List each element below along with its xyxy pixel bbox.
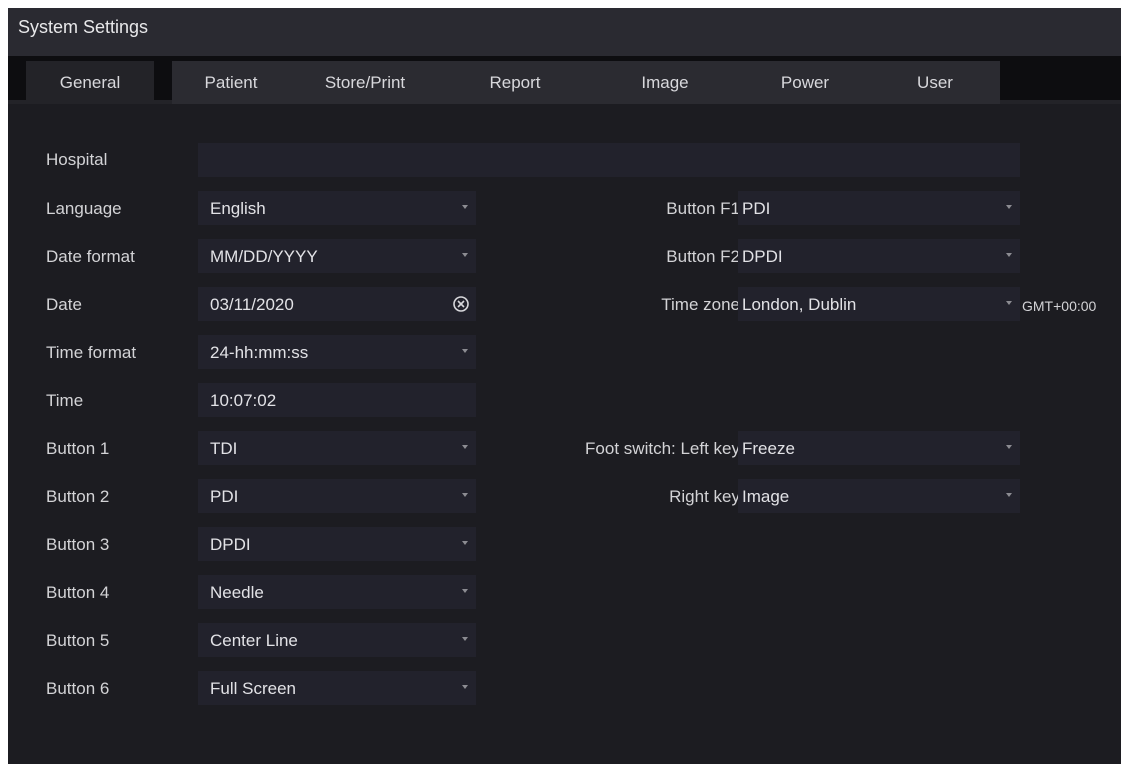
- window-title: System Settings: [18, 17, 149, 37]
- button-1-select[interactable]: TDI: [198, 431, 476, 465]
- language-select[interactable]: English: [198, 191, 476, 225]
- button-3-select[interactable]: DPDI: [198, 527, 476, 561]
- chevron-down-icon: [462, 349, 468, 353]
- foot-switch-right-select[interactable]: Image: [738, 479, 1020, 513]
- button-f2-select[interactable]: DPDI: [738, 239, 1020, 273]
- hospital-label: Hospital: [46, 150, 108, 169]
- chevron-down-icon: [462, 445, 468, 449]
- time-zone-label: Time zone: [661, 295, 740, 314]
- chevron-down-icon: [462, 637, 468, 641]
- chevron-down-icon: [462, 685, 468, 689]
- time-label: Time: [46, 391, 84, 410]
- tab-store-print[interactable]: Store/Print: [290, 61, 440, 105]
- time-format-label: Time format: [46, 343, 137, 362]
- hospital-input[interactable]: [198, 143, 1020, 177]
- title-bar: System Settings: [8, 8, 1121, 56]
- tab-user[interactable]: User: [870, 61, 1000, 105]
- date-input[interactable]: 03/11/2020: [198, 287, 476, 321]
- date-label: Date: [46, 295, 82, 314]
- button-1-label: Button 1: [46, 439, 110, 458]
- chevron-down-icon: [462, 541, 468, 545]
- time-input[interactable]: 10:07:02: [198, 383, 476, 417]
- chevron-down-icon: [1006, 253, 1012, 257]
- chevron-down-icon: [1006, 445, 1012, 449]
- chevron-down-icon: [1006, 205, 1012, 209]
- chevron-down-icon: [462, 205, 468, 209]
- button-f1-label: Button F1: [666, 199, 740, 218]
- chevron-down-icon: [1006, 493, 1012, 497]
- chevron-down-icon: [462, 493, 468, 497]
- time-zone-select[interactable]: London, Dublin: [738, 287, 1020, 321]
- foot-switch-left-label: Foot switch: Left key: [585, 439, 740, 458]
- chevron-down-icon: [462, 253, 468, 257]
- tab-report[interactable]: Report: [440, 61, 590, 105]
- language-label: Language: [46, 199, 122, 218]
- chevron-down-icon: [462, 589, 468, 593]
- button-4-label: Button 4: [46, 583, 110, 602]
- system-settings-window: System Settings General Patient Store/Pr…: [8, 8, 1121, 764]
- tab-image[interactable]: Image: [590, 61, 740, 105]
- button-6-label: Button 6: [46, 679, 110, 698]
- button-3-label: Button 3: [46, 535, 110, 554]
- button-f1-select[interactable]: PDI: [738, 191, 1020, 225]
- button-6-select[interactable]: Full Screen: [198, 671, 476, 705]
- gmt-offset: GMT+00:00: [1022, 298, 1097, 314]
- tab-patient[interactable]: Patient: [172, 61, 290, 105]
- tab-general[interactable]: General: [26, 61, 154, 105]
- foot-switch-right-label: Right key: [669, 487, 740, 506]
- button-f2-label: Button F2: [666, 247, 740, 266]
- foot-switch-left-select[interactable]: Freeze: [738, 431, 1020, 465]
- time-format-select[interactable]: 24-hh:mm:ss: [198, 335, 476, 369]
- button-5-label: Button 5: [46, 631, 110, 650]
- button-2-label: Button 2: [46, 487, 110, 506]
- clear-circle-icon[interactable]: [452, 295, 470, 313]
- date-format-label: Date format: [46, 247, 135, 266]
- button-2-select[interactable]: PDI: [198, 479, 476, 513]
- button-5-select[interactable]: Center Line: [198, 623, 476, 657]
- date-format-select[interactable]: MM/DD/YYYY: [198, 239, 476, 273]
- chevron-down-icon: [1006, 301, 1012, 305]
- button-4-select[interactable]: Needle: [198, 575, 476, 609]
- tab-power[interactable]: Power: [740, 61, 870, 105]
